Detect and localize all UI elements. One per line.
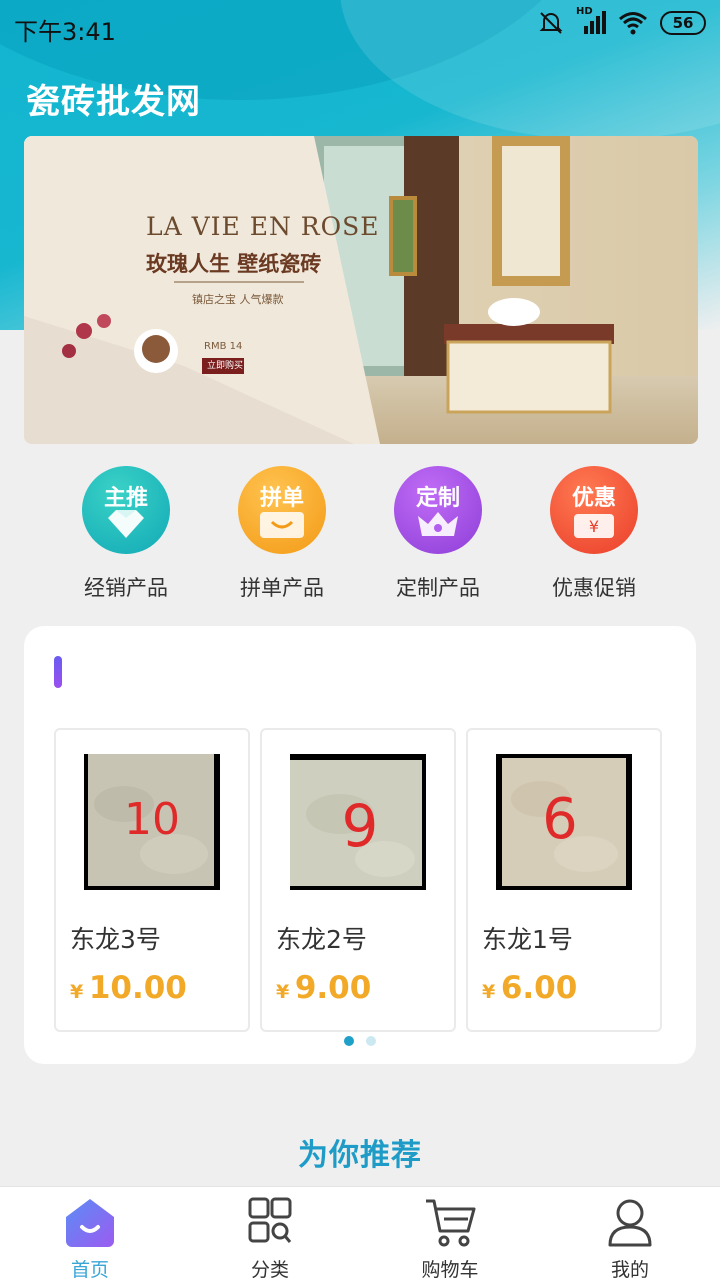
svg-text:¥: ¥ <box>589 517 599 536</box>
quick-link-distribution[interactable]: 主推 经销产品 <box>56 466 196 602</box>
price-value: 9.00 <box>294 970 372 1006</box>
quick-link-promotion[interactable]: 优惠 ¥ 优惠促销 <box>524 466 664 602</box>
tab-category[interactable]: 分类 <box>180 1187 360 1280</box>
tab-label: 购物车 <box>421 1259 479 1280</box>
product-image: 9 <box>290 754 426 890</box>
battery-indicator: 56 <box>660 11 706 35</box>
tab-cart[interactable]: 购物车 <box>360 1187 540 1280</box>
bottom-tab-bar: 首页 分类 购物车 我的 <box>0 1186 720 1280</box>
tab-label: 我的 <box>610 1259 649 1280</box>
product-card[interactable]: 6 东龙1号 ¥ 6.00 <box>466 728 662 1032</box>
status-time: 下午3:41 <box>14 18 116 46</box>
tab-home[interactable]: 首页 <box>0 1187 180 1280</box>
product-price: ¥ 9.00 <box>276 970 371 1006</box>
product-price: ¥ 6.00 <box>482 970 577 1006</box>
quick-label: 经销产品 <box>84 576 168 600</box>
category-grid-icon <box>248 1197 292 1243</box>
status-bar: 下午3:41 HD 56 <box>0 0 720 52</box>
recommend-section-title: 为你推荐 <box>298 1138 422 1173</box>
banner-price: RMB 14 <box>204 341 243 352</box>
tile-number: 6 <box>542 787 578 852</box>
price-value: 6.00 <box>500 970 578 1006</box>
mute-bell-icon <box>539 12 563 34</box>
product-price: ¥ 10.00 <box>70 970 187 1006</box>
app-title: 瓷砖批发网 <box>26 82 201 122</box>
product-name: 东龙3号 <box>70 925 161 954</box>
product-image: 10 <box>84 754 220 890</box>
product-card[interactable]: 10 东龙3号 ¥ 10.00 <box>54 728 250 1032</box>
promo-banner[interactable]: LA VIE EN ROSE 玫瑰人生 壁纸瓷砖 镇店之宝 人气爆款 RMB 1… <box>24 136 698 444</box>
tile-number: 10 <box>124 794 180 845</box>
product-name: 东龙1号 <box>482 925 573 954</box>
smile-bag-icon: 拼单 <box>238 466 326 554</box>
quick-label: 拼单产品 <box>240 576 324 600</box>
product-name: 东龙2号 <box>276 925 367 954</box>
product-card[interactable]: 9 东龙2号 ¥ 9.00 <box>260 728 456 1032</box>
crown-icon: 定制 <box>394 466 482 554</box>
banner-headline-cn: 玫瑰人生 壁纸瓷砖 <box>146 252 322 276</box>
currency-symbol: ¥ <box>70 981 84 1003</box>
home-icon <box>66 1199 114 1247</box>
currency-symbol: ¥ <box>276 981 290 1003</box>
product-image: 6 <box>496 754 632 890</box>
diamond-icon: 主推 <box>82 466 170 554</box>
price-value: 10.00 <box>88 970 187 1006</box>
quick-link-group-buy[interactable]: 拼单 拼单产品 <box>212 466 352 602</box>
section-accent-bar <box>54 656 62 688</box>
signal-icon: HD <box>576 6 606 36</box>
wifi-icon <box>619 12 647 35</box>
coupon-yen-icon: 优惠 ¥ <box>550 466 638 554</box>
pagination-dot-active[interactable] <box>344 1036 354 1046</box>
currency-symbol: ¥ <box>482 981 496 1003</box>
banner-subtitle: 镇店之宝 人气爆款 <box>192 293 284 306</box>
banner-headline-en: LA VIE EN ROSE <box>146 212 380 241</box>
quick-label: 优惠促销 <box>552 576 636 600</box>
quick-links: 主推 经销产品 拼单 拼单产品 定制 定制产品 优惠 ¥ 优惠促销 <box>0 466 720 606</box>
tab-label: 分类 <box>250 1259 289 1280</box>
quick-label: 定制产品 <box>396 576 480 600</box>
status-icons: HD 56 <box>538 6 706 36</box>
banner-cta-button[interactable]: 立即购买 <box>204 359 246 374</box>
carousel-pagination <box>24 1036 696 1046</box>
tab-label: 首页 <box>70 1259 109 1280</box>
banner-illustration <box>24 136 698 444</box>
user-icon <box>608 1199 652 1247</box>
tab-profile[interactable]: 我的 <box>540 1187 720 1280</box>
featured-products-card: 10 东龙3号 ¥ 10.00 9 东龙2号 ¥ 9.00 6 东龙1号 ¥ 6… <box>24 626 696 1064</box>
cart-icon <box>426 1199 476 1247</box>
tile-number: 9 <box>342 792 379 860</box>
quick-link-custom[interactable]: 定制 定制产品 <box>368 466 508 602</box>
pagination-dot[interactable] <box>366 1036 376 1046</box>
